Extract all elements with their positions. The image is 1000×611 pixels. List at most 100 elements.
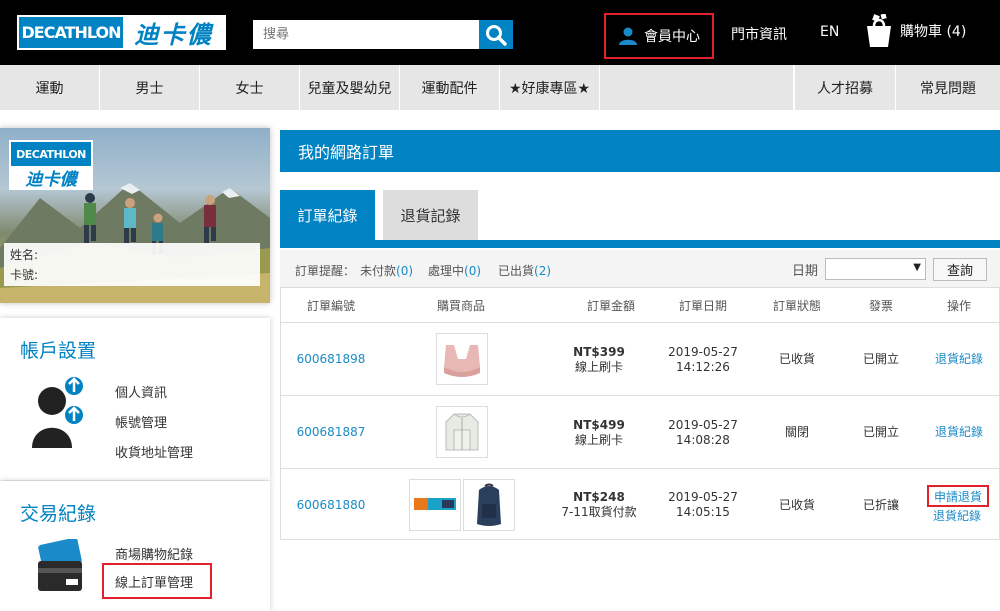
product-thumbnail[interactable]	[436, 333, 488, 385]
nav-item-women[interactable]: 女士	[200, 65, 300, 110]
store-info-link[interactable]: 門市資訊	[731, 24, 787, 44]
nav-item-men[interactable]: 男士	[100, 65, 200, 110]
top-bar: DECATHLON 迪卡儂 會員中心 門市資訊 EN 購物車 (4)	[0, 0, 1000, 65]
decathlon-logo[interactable]: DECATHLON 迪卡儂	[17, 15, 226, 50]
nav-item-deals[interactable]: ★好康專區★	[500, 65, 600, 110]
online-order-management-link[interactable]: 線上訂單管理	[102, 563, 212, 599]
return-records-link[interactable]: 退貨紀錄	[909, 323, 1000, 396]
member-center-link[interactable]: 會員中心	[604, 13, 714, 59]
query-button[interactable]: 查詢	[933, 258, 987, 281]
amount-value: NT$248	[573, 490, 625, 504]
order-date-time: 14:08:28	[676, 432, 730, 447]
nav-item-sports[interactable]: 運動	[0, 65, 100, 110]
member-center-label: 會員中心	[644, 29, 700, 45]
nav-item-careers[interactable]: 人才招募	[794, 65, 896, 110]
shopping-bag-icon	[867, 14, 891, 47]
tab-underline	[280, 240, 1000, 248]
language-switch[interactable]: EN	[820, 24, 839, 40]
profile-card: DECATHLON 迪卡儂 姓名: 卡號:	[0, 128, 270, 303]
date-label: 日期	[792, 264, 819, 279]
amount-value: NT$399	[573, 344, 625, 359]
product-thumbnail[interactable]	[409, 479, 461, 531]
amount-value: NT$499	[573, 417, 625, 432]
invoice-status: 已折讓	[862, 497, 899, 512]
filter-processing-label: 處理中	[428, 264, 465, 278]
order-id-link[interactable]: 600681887	[281, 396, 381, 469]
order-amount: NT$499 線上刷卡	[549, 396, 649, 469]
search-icon	[486, 24, 507, 46]
store-purchase-history-link[interactable]: 商場購物紀錄	[115, 544, 193, 563]
chevron-down-icon: ▼	[913, 262, 921, 273]
credit-card-icon	[38, 539, 82, 591]
filter-shipped-count: (2)	[534, 264, 552, 278]
order-id-link[interactable]: 600681898	[281, 323, 381, 396]
payment-method: 線上刷卡	[574, 432, 623, 447]
shipping-address-link[interactable]: 收貨地址管理	[115, 442, 193, 461]
personal-info-link[interactable]: 個人資訊	[115, 382, 167, 401]
user-icon	[619, 27, 637, 45]
col-header-date: 訂單日期	[678, 298, 727, 313]
order-date-time: 14:05:15	[676, 505, 730, 519]
search-input[interactable]	[253, 20, 479, 49]
cart-label: 購物車 (4)	[900, 24, 967, 40]
col-header-products: 購買商品	[436, 298, 485, 313]
orders-table: 訂單編號 購買商品 訂單金額 訂單日期 訂單狀態 發票 操作 600681898…	[280, 287, 1000, 540]
tab-order-records[interactable]: 訂單紀錄	[280, 190, 375, 240]
nav-item-accessories[interactable]: 運動配件	[400, 65, 500, 110]
nav-item-faq[interactable]: 常見問題	[896, 65, 1000, 110]
return-records-link[interactable]: 退貨紀錄	[933, 507, 981, 524]
cart-link[interactable]: 購物車 (4)	[864, 14, 966, 48]
filter-shipped[interactable]: 已出貨(2)	[498, 262, 551, 279]
card-label: 卡號:	[10, 268, 39, 282]
filter-unpaid-label: 未付款	[360, 264, 397, 278]
date-select[interactable]: ▼	[825, 258, 926, 280]
profile-logo: DECATHLON 迪卡儂	[9, 140, 93, 190]
order-amount: NT$399 線上刷卡	[549, 323, 649, 396]
return-records-link[interactable]: 退貨紀錄	[909, 396, 1000, 469]
tab-return-records[interactable]: 退貨記錄	[383, 190, 478, 240]
resistance-band-image	[414, 498, 456, 510]
table-row: 600681880 NT$248 7-11取貨付款 2019-05-27 14:05…	[281, 468, 999, 540]
main-nav: 運動 男士 女士 兒童及嬰幼兒 運動配件 ★好康專區★ 人才招募 常見問題	[0, 65, 1000, 110]
order-date: 2019-05-27 14:12:26	[653, 323, 753, 396]
filter-unpaid-count: (0)	[396, 264, 414, 278]
logo-text-en: DECATHLON	[21, 23, 121, 42]
nav-item-kids[interactable]: 兒童及嬰幼兒	[300, 65, 400, 110]
filter-shipped-label: 已出貨	[498, 264, 535, 278]
account-settings-title: 帳戶設置	[20, 340, 97, 362]
filter-unpaid[interactable]: 未付款(0)	[360, 262, 413, 279]
search-button[interactable]	[479, 20, 513, 49]
account-settings-panel: 帳戶設置 個人資訊 帳號管理 收貨地址管理	[0, 318, 270, 480]
product-thumbnail[interactable]	[436, 406, 488, 458]
product-thumbnail[interactable]	[463, 479, 515, 531]
filter-processing-count: (0)	[464, 264, 482, 278]
apply-return-button[interactable]: 申請退貨	[927, 485, 989, 507]
nav-spacer	[600, 65, 794, 110]
order-date-day: 2019-05-27	[668, 344, 738, 359]
payment-method: 7-11取貨付款	[561, 505, 637, 519]
profile-logo-en: DECATHLON	[16, 147, 86, 161]
profile-info: 姓名: 卡號:	[4, 243, 260, 286]
jacket-image	[445, 413, 479, 451]
order-date-day: 2019-05-27	[668, 490, 738, 504]
order-date: 2019-05-27 14:08:28	[653, 396, 753, 469]
order-reminder-label: 訂單提醒：	[295, 264, 356, 278]
col-header-order-id: 訂單編號	[306, 298, 355, 313]
account-profile-icon	[32, 375, 85, 448]
table-row: 600681887 NT$499 線上刷卡 2019-05-27 14:08:28 …	[281, 395, 999, 468]
transactions-title: 交易紀錄	[20, 503, 97, 525]
logo-text-zh: 迪卡儂	[123, 17, 224, 49]
col-header-amount: 訂單金額	[586, 298, 635, 313]
order-id-link[interactable]: 600681880	[281, 469, 381, 541]
table-row: 600681898 NT$399 線上刷卡 2019-05-27 14:12:26 …	[281, 322, 999, 395]
filter-processing[interactable]: 處理中(0)	[428, 262, 481, 279]
order-date-time: 14:12:26	[676, 359, 730, 374]
sports-bra-image	[444, 345, 480, 377]
transactions-panel: 交易紀錄 商場購物紀錄 線上訂單管理	[0, 481, 270, 611]
name-label: 姓名:	[10, 248, 39, 262]
page-title: 我的網路訂單	[280, 130, 1000, 172]
order-date: 2019-05-27 14:05:15	[653, 469, 753, 541]
order-amount: NT$248 7-11取貨付款	[549, 469, 649, 541]
account-management-link[interactable]: 帳號管理	[115, 412, 167, 431]
filter-bar: 訂單提醒： 未付款(0) 處理中(0) 已出貨(2) 日期 ▼ 查詢	[280, 250, 1000, 287]
